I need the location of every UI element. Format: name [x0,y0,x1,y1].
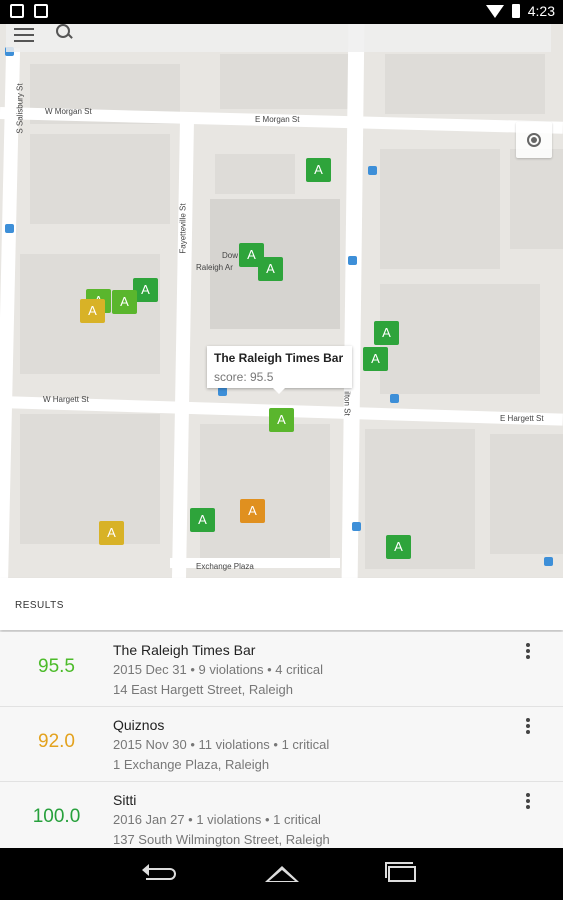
restaurant-name: Quiznos [113,717,165,733]
restaurant-address: 14 East Hargett Street, Raleigh [113,682,293,697]
street-label: ilton St [342,391,352,416]
results-header: RESULTS [0,578,563,630]
restaurant-marker[interactable]: A [240,499,265,523]
more-options-icon[interactable] [526,792,532,810]
results-title: RESULTS [15,600,64,611]
recent-apps-icon[interactable] [385,862,416,882]
restaurant-marker[interactable]: A [306,158,331,182]
restaurant-marker[interactable]: A [363,347,388,371]
menu-icon[interactable] [14,28,34,42]
navigation-bar [0,848,563,900]
street-label: Fayetteville St [178,203,188,254]
wifi-icon [485,4,504,18]
restaurant-marker[interactable]: A [190,508,215,532]
list-item[interactable]: 100.0 Sitti 2016 Jan 27 • 1 violations •… [0,782,563,848]
transit-icon [348,256,357,265]
inspection-score: 100.0 [32,806,81,827]
map-label: Raleigh Ar [196,263,233,272]
transit-icon [218,387,227,396]
results-list[interactable]: 95.5 The Raleigh Times Bar 2015 Dec 31 •… [0,632,563,848]
list-item[interactable]: 92.0 Quiznos 2015 Nov 30 • 11 violations… [0,707,563,782]
restaurant-marker[interactable]: A [374,321,399,345]
home-icon[interactable] [265,866,299,882]
back-icon[interactable] [142,864,176,880]
restaurant-address: 1 Exchange Plaza, Raleigh [113,757,270,772]
transit-icon [390,394,399,403]
status-bar: 4:23 [0,0,563,24]
transit-icon [368,166,377,175]
transit-icon [5,224,14,233]
street-label: W Morgan St [45,107,92,116]
inspection-meta: 2015 Nov 30 • 11 violations • 1 critical [113,737,330,752]
restaurant-marker[interactable]: A [80,299,105,323]
restaurant-marker[interactable]: A [112,290,137,314]
restaurant-name: The Raleigh Times Bar [113,642,256,658]
restaurant-marker[interactable]: A [99,521,124,545]
restaurant-marker-selected[interactable]: A [269,408,294,432]
device-icon [34,4,48,18]
restaurant-address: 137 South Wilmington Street, Raleigh [113,832,330,847]
restaurant-marker[interactable]: A [258,257,283,281]
map-view[interactable]: W Morgan St E Morgan St W Hargett St E H… [0,24,563,578]
street-label: Exchange Plaza [196,562,254,571]
search-icon[interactable] [56,24,74,42]
transit-icon [544,557,553,566]
battery-icon [511,4,520,18]
marker-info-window[interactable]: The Raleigh Times Bar score: 95.5 [207,346,352,394]
inspection-meta: 2016 Jan 27 • 1 violations • 1 critical [113,812,321,827]
more-options-icon[interactable] [526,642,532,660]
restaurant-marker[interactable]: A [386,535,411,559]
street-label: E Hargett St [500,414,544,423]
transit-icon [352,522,361,531]
notification-icon [10,4,24,18]
street-label: W Hargett St [43,395,89,404]
info-window-score: score: 95.5 [214,370,274,384]
street-label: E Morgan St [255,115,300,124]
map-label: Dow [222,251,239,260]
inspection-score: 95.5 [38,656,75,677]
inspection-score: 92.0 [38,731,75,752]
more-options-icon[interactable] [526,717,532,735]
street-label: S Salisbury St [15,83,25,134]
status-time: 4:23 [527,3,555,19]
restaurant-name: Sitti [113,792,137,808]
inspection-meta: 2015 Dec 31 • 9 violations • 4 critical [113,662,323,677]
my-location-button[interactable] [516,122,552,158]
search-bar[interactable] [6,24,551,52]
list-item[interactable]: 95.5 The Raleigh Times Bar 2015 Dec 31 •… [0,632,563,707]
info-window-title: The Raleigh Times Bar [214,351,344,365]
